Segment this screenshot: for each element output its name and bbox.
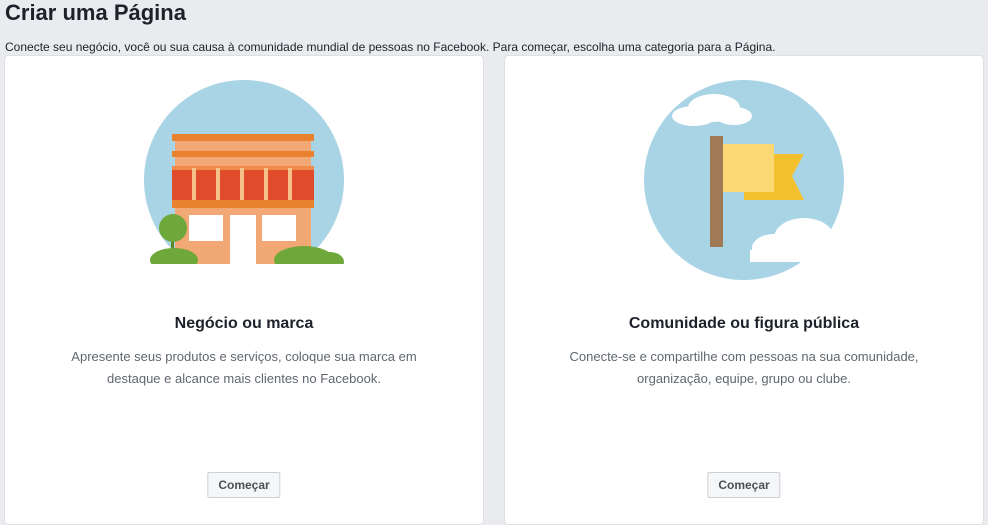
card-description: Apresente seus produtos e serviços, colo… xyxy=(71,349,417,386)
start-business-button[interactable]: Começar xyxy=(207,472,281,498)
card-description: Conecte-se e compartilhe com pessoas na … xyxy=(569,349,919,386)
card-title: Comunidade ou figura pública xyxy=(628,315,860,332)
flag-icon xyxy=(634,76,858,286)
storefront-icon xyxy=(134,76,354,286)
category-card-community[interactable]: Comunidade ou figura pública Conecte-se … xyxy=(504,55,984,525)
card-title: Negócio ou marca xyxy=(174,315,314,332)
page-subtitle: Conecte seu negócio, você ou sua causa à… xyxy=(5,40,776,54)
category-card-business[interactable]: Negócio ou marca Apresente seus produtos… xyxy=(4,55,484,525)
page-title: Criar uma Página xyxy=(5,0,186,25)
start-community-button[interactable]: Começar xyxy=(707,472,781,498)
